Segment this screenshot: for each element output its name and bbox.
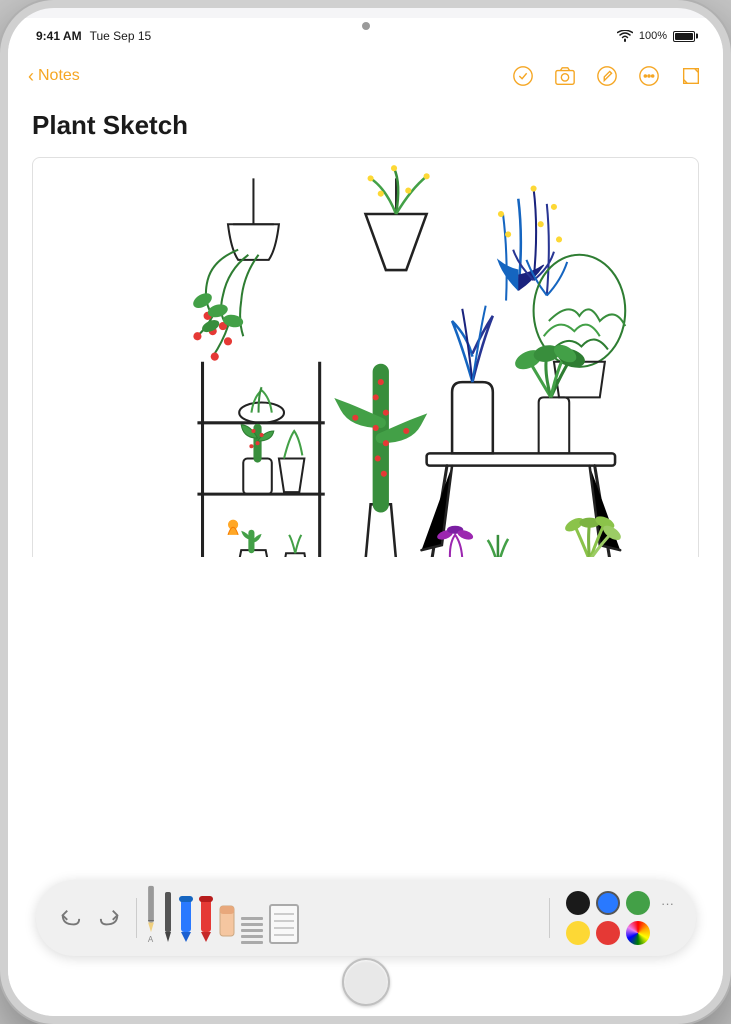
wifi-icon [617,30,633,42]
chevron-left-icon: ‹ [28,66,34,87]
pen-tool[interactable] [163,884,173,944]
texture-tool[interactable] [241,884,263,944]
home-button[interactable] [342,958,390,1006]
eraser-tool[interactable] [219,884,235,944]
pencil-tool[interactable]: A [145,884,157,944]
color-rainbow[interactable] [626,921,650,945]
color-green[interactable] [626,891,650,915]
more-button[interactable] [637,64,661,88]
undo-button[interactable] [52,900,88,936]
note-content: Plant Sketch [8,98,723,557]
marker-red-tool[interactable] [199,884,213,944]
ipad-device: 9:41 AM Tue Sep 15 100% ‹ Notes [0,0,731,1024]
battery-icon [673,31,695,42]
color-yellow[interactable] [566,921,590,945]
nav-bar: ‹ Notes [8,54,723,98]
separator-1 [136,898,137,938]
color-red[interactable] [596,921,620,945]
nav-actions [511,64,703,88]
note-title: Plant Sketch [32,98,699,157]
drawing-toolbar: A [36,880,696,956]
status-time: 9:41 AM [36,29,82,43]
markup-button[interactable] [595,64,619,88]
pencil-label: A [148,935,153,944]
status-date: Tue Sep 15 [90,29,152,43]
back-button[interactable]: ‹ Notes [28,66,80,87]
tools-group: A [145,888,541,948]
ruler-tool[interactable] [269,884,299,944]
redo-button[interactable] [92,900,128,936]
color-blue[interactable] [596,891,620,915]
color-black[interactable] [566,891,590,915]
camera-button[interactable] [553,64,577,88]
compose-button[interactable] [679,64,703,88]
camera-dot [362,22,370,30]
battery-percent: 100% [639,30,667,42]
back-label: Notes [38,67,80,85]
color-palette: ··· [566,891,680,945]
marker-blue-tool[interactable] [179,884,193,944]
done-button[interactable] [511,64,535,88]
sketch-canvas[interactable]: Bella 2019 [32,157,699,557]
more-colors-button[interactable]: ··· [656,891,680,915]
separator-2 [549,898,550,938]
